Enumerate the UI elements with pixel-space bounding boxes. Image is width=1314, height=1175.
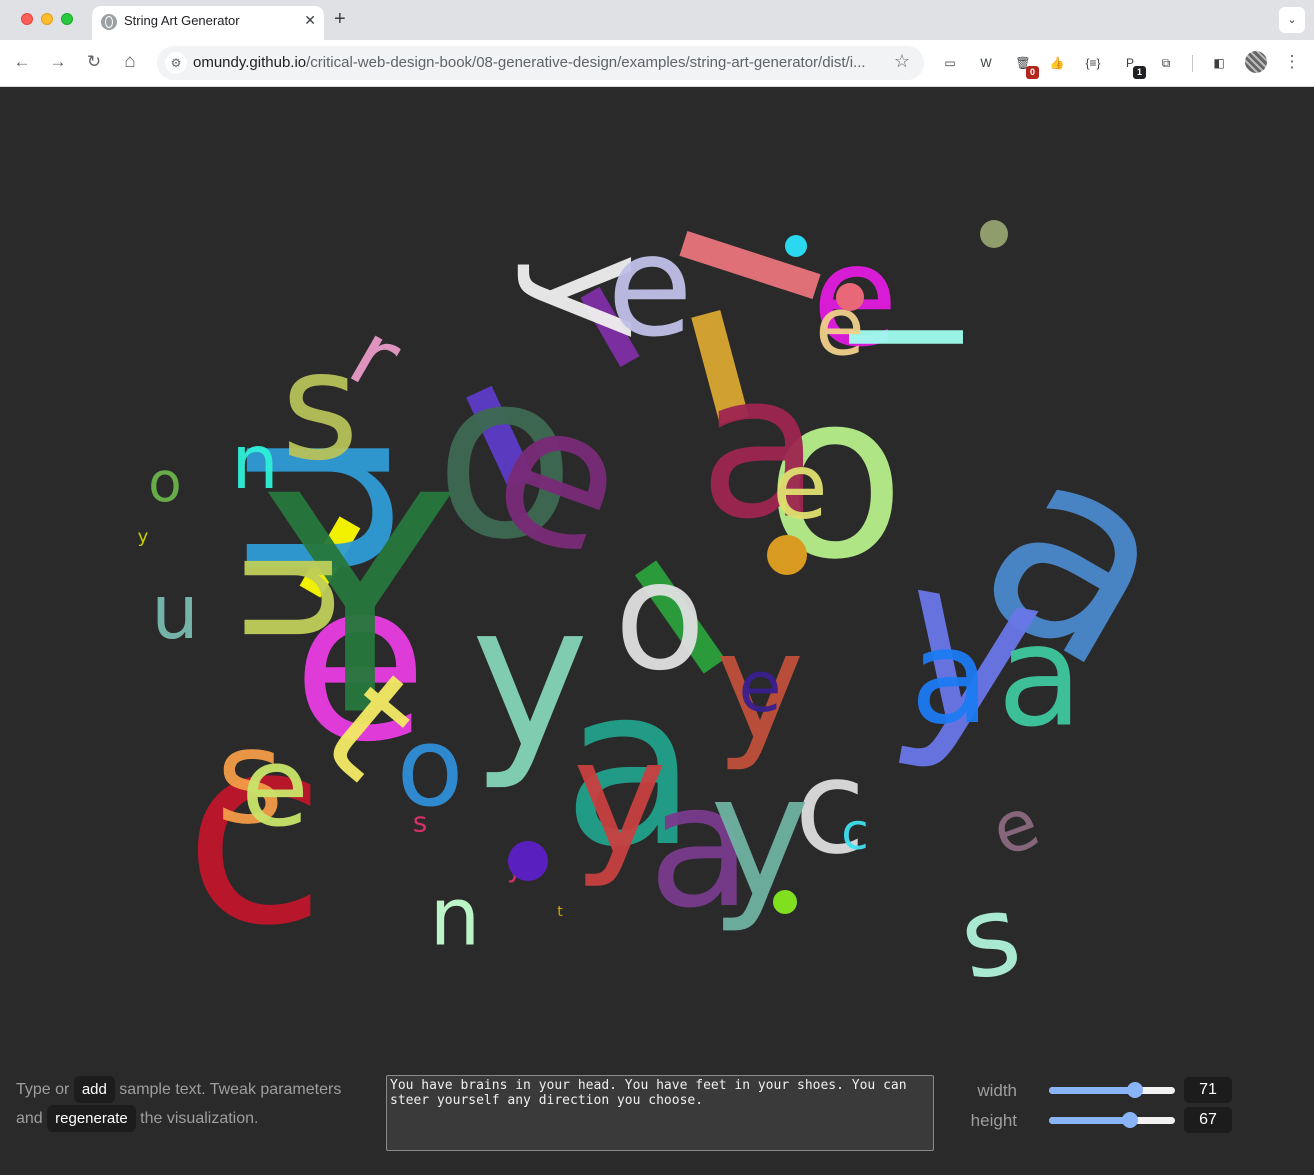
width-slider-thumb[interactable] (1126, 1082, 1143, 1098)
profile-avatar[interactable] (1245, 51, 1267, 73)
p-extension-badge: 1 (1133, 66, 1146, 79)
art-glyph-34: n (430, 871, 481, 964)
intro-and: and (16, 1110, 43, 1127)
trash-icon[interactable]: 🗑 0 (1013, 53, 1039, 79)
sample-text-input[interactable]: You have brains in your head. You have f… (386, 1075, 934, 1151)
art-glyph-33: e (981, 781, 1050, 873)
art-glyph-37: n (231, 418, 279, 506)
art-dot-1 (785, 235, 807, 257)
width-param: width 71 (970, 1077, 1270, 1103)
regenerate-button[interactable]: regenerate (47, 1105, 136, 1132)
art-glyph-13: o (614, 530, 706, 704)
close-tab-icon[interactable]: ✕ (304, 12, 316, 29)
art-glyph-24: a (997, 596, 1083, 759)
url-host: omundy.github.io (193, 54, 307, 71)
trash-badge: 0 (1026, 66, 1039, 79)
close-window-button[interactable] (21, 13, 33, 25)
height-label: height (970, 1111, 1017, 1130)
bookmark-star-icon[interactable]: ☆ (894, 51, 910, 72)
string-art-canvas: ucoaoyeYayaenosyeeyyacyaasetoleesenuonry… (138, 206, 1225, 1006)
chrome-menu-button[interactable]: ⋮ (1279, 49, 1305, 75)
art-glyph-23: a (910, 601, 990, 753)
url-text[interactable]: omundy.github.io/critical-web-design-boo… (193, 54, 883, 71)
browser-tab-active[interactable]: String Art Generator ✕ (92, 6, 324, 40)
instructions-text: Type or add sample text. Tweak parameter… (16, 1075, 366, 1133)
document-icon[interactable]: ▭ (940, 53, 960, 73)
art-glyph-12: n (207, 546, 394, 647)
art-glyph-26: e (241, 723, 309, 851)
intro-type: Type or (16, 1081, 70, 1098)
maximize-window-button[interactable] (61, 13, 73, 25)
w-circle-icon[interactable]: W (976, 53, 996, 73)
art-glyph-16: e (607, 206, 693, 369)
art-glyph-31: e (772, 435, 827, 540)
height-slider[interactable] (1049, 1112, 1175, 1128)
json-icon[interactable]: {≡} (1083, 53, 1103, 73)
art-glyph-32: s (951, 869, 1030, 1005)
art-dot-4 (767, 535, 807, 575)
new-tab-button[interactable]: + (334, 8, 346, 31)
intro-mid: sample text. Tweak parameters (119, 1081, 342, 1098)
art-dot-2 (508, 841, 548, 881)
width-value[interactable]: 71 (1184, 1077, 1232, 1103)
intro-end: the visualization. (140, 1110, 259, 1127)
tab-title: String Art Generator (124, 13, 240, 28)
width-slider-fill (1049, 1087, 1135, 1094)
width-label: width (977, 1081, 1017, 1100)
height-slider-fill (1049, 1117, 1130, 1124)
url-path: /critical-web-design-book/08-generative-… (306, 54, 866, 71)
back-button[interactable]: ← (9, 49, 35, 75)
add-button[interactable]: add (73, 1076, 115, 1103)
site-settings-icon[interactable]: ⚙ (165, 52, 187, 74)
toolbar-divider (1192, 55, 1193, 72)
art-dot-5 (836, 283, 864, 311)
sidepanel-icon[interactable]: ◧ (1209, 53, 1229, 73)
forward-button[interactable]: → (45, 49, 71, 75)
minimize-window-button[interactable] (41, 13, 53, 25)
browser-toolbar: ← → ↻ ⌂ ⚙ omundy.github.io/critical-web-… (0, 40, 1314, 87)
home-button[interactable]: ⌂ (117, 49, 143, 75)
address-bar[interactable]: ⚙ omundy.github.io/critical-web-design-b… (157, 46, 924, 80)
p-extension-icon[interactable]: P1 (1120, 53, 1146, 79)
globe-icon (101, 14, 117, 30)
art-dot-0 (980, 220, 1008, 248)
art-dot-3 (773, 890, 797, 914)
art-glyph-43: c (841, 803, 869, 861)
browser-tab-strip: String Art Generator ✕ + ⌄ (0, 0, 1314, 40)
width-slider[interactable] (1049, 1082, 1175, 1098)
art-glyph-42: y (138, 527, 149, 548)
art-glyph-28: o (396, 703, 463, 831)
art-glyph-44: e (738, 646, 781, 728)
reload-button[interactable]: ↻ (81, 49, 107, 75)
art-glyph-14: s (281, 320, 359, 494)
puzzle-icon[interactable]: ⧉ (1156, 53, 1176, 73)
thumbs-up-icon[interactable]: 👍 (1047, 53, 1067, 73)
art-glyph-40: s (413, 806, 428, 839)
art-glyph-41: t (557, 904, 563, 920)
tab-search-button[interactable]: ⌄ (1279, 7, 1305, 33)
art-glyph-36: o (148, 450, 182, 514)
controls-panel: Type or add sample text. Tweak parameter… (0, 1062, 1314, 1175)
height-param: height 67 (970, 1107, 1270, 1133)
height-slider-thumb[interactable] (1121, 1112, 1138, 1128)
art-glyph-35: u (151, 568, 199, 656)
height-value[interactable]: 67 (1184, 1107, 1232, 1133)
page-content: ucoaoyeYayaenosyeeyyacyaasetoleesenuonry… (0, 87, 1314, 1175)
